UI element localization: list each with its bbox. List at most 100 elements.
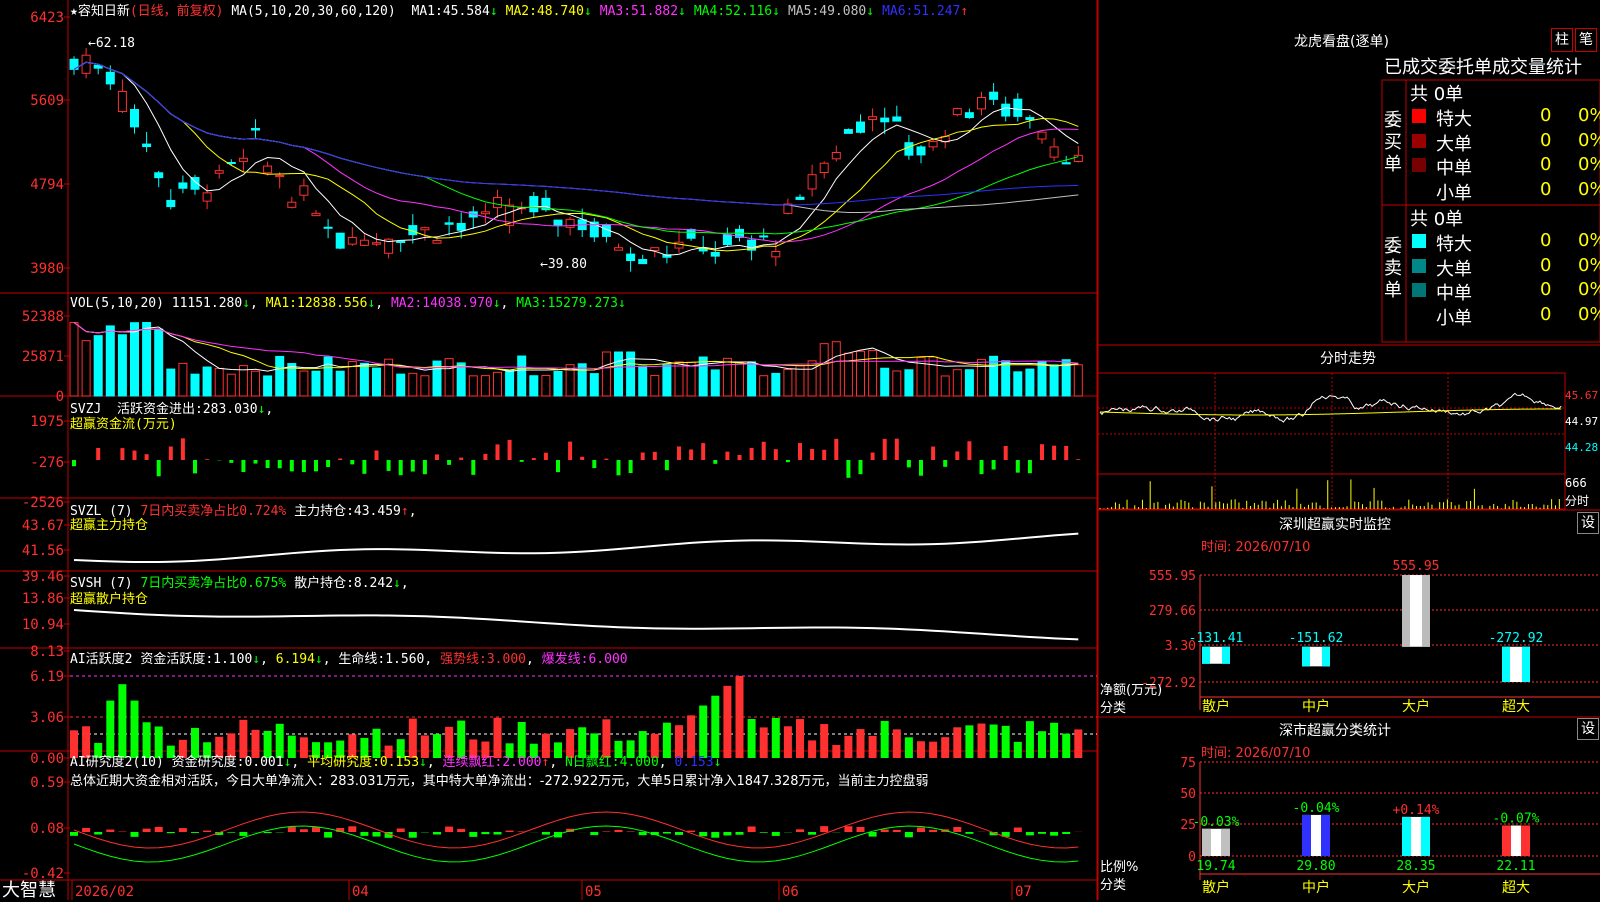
- svzl-ytick-1: 41.56: [22, 543, 64, 559]
- svzj-bar: [1076, 459, 1080, 460]
- svzj-bar: [798, 443, 802, 460]
- ma6-line: [74, 62, 1078, 205]
- svzj-bar: [459, 458, 463, 460]
- ai2-bar: [615, 830, 623, 832]
- ai2-bar: [494, 832, 502, 835]
- svzj-bar: [738, 455, 742, 460]
- stat-bar-edge-2: [1402, 817, 1411, 856]
- candle-body: [264, 166, 272, 173]
- candle-body: [397, 241, 405, 242]
- ai1-bar: [131, 701, 139, 758]
- svzl-ytick-2: 39.46: [22, 569, 64, 585]
- ai2-bar: [227, 832, 235, 833]
- ai2-bar: [965, 832, 973, 834]
- vol-arrow: ↓: [242, 296, 250, 311]
- buy-orders-label: 委买单: [1384, 110, 1404, 176]
- stock-name: 容知日新: [78, 4, 130, 19]
- tick-view-button[interactable]: 笔: [1575, 28, 1597, 52]
- ai1-a-value: 1.100: [213, 652, 252, 667]
- volume-bar: [409, 373, 417, 396]
- ai2-bar: [663, 832, 671, 834]
- volume-bar: [953, 370, 961, 396]
- candle-body: [1026, 118, 1034, 120]
- vol-ma3: MA3:15279.273↓: [516, 296, 626, 311]
- ma-legend-1: MA1:45.584↓: [412, 4, 498, 19]
- candle-body: [530, 197, 538, 212]
- svzj-bar: [169, 447, 173, 460]
- main-ytick-1: 5609: [30, 93, 64, 109]
- candle-body: [118, 91, 126, 111]
- ai1-c-label: 生命线:: [338, 652, 385, 667]
- svzj-bar: [725, 452, 729, 460]
- volume-bar: [1050, 365, 1058, 396]
- chart-mode[interactable]: (日线，前复权): [130, 4, 224, 19]
- ai2-bar: [288, 827, 296, 832]
- ai1-bar: [929, 742, 937, 758]
- stat-settings-button[interactable]: 设: [1577, 718, 1599, 740]
- volume-bar: [118, 335, 126, 396]
- ai1-bar: [832, 745, 840, 758]
- volume-bar: [639, 366, 647, 396]
- candle-body: [820, 163, 828, 172]
- ai2-bar: [917, 827, 925, 832]
- svzj-bar: [810, 449, 814, 460]
- monitor-category-1: 中户: [1302, 698, 1330, 715]
- candle-body: [324, 227, 332, 228]
- sell-swatch-2: [1412, 283, 1426, 297]
- ai2-bar: [397, 829, 405, 832]
- ai2-bar: [373, 832, 381, 837]
- candle-body: [615, 248, 623, 250]
- candle-body: [348, 237, 356, 244]
- candle-body: [1050, 147, 1058, 157]
- monitor-settings-button[interactable]: 设: [1577, 512, 1599, 534]
- volume-bar: [167, 369, 175, 396]
- svsh-subtitle: 超赢散户持仓: [70, 588, 148, 607]
- ai2-bar: [179, 828, 187, 832]
- ai1-bar: [748, 719, 756, 758]
- svzj-bar: [411, 460, 415, 472]
- svzj-bar: [399, 460, 403, 475]
- candle-body: [869, 117, 877, 120]
- intraday-chart[interactable]: [1100, 393, 1561, 509]
- date-label-4: 07: [1015, 884, 1032, 900]
- candle-body: [143, 144, 151, 146]
- volume-bar: [203, 367, 211, 396]
- volume-bar: [312, 371, 320, 396]
- monitor-bar-edge2-2: [1422, 575, 1430, 647]
- ai2-bar: [264, 832, 272, 833]
- svzj-bar: [955, 451, 959, 460]
- ai1-title: AI活跃度2: [70, 652, 132, 667]
- ai1-bar: [1050, 723, 1058, 758]
- monitor-category-3: 超大: [1502, 699, 1530, 715]
- candle-body: [312, 213, 320, 215]
- vol-ma2: MA2:14038.970↓: [391, 296, 501, 311]
- buy-row-0: 特大00%: [1410, 105, 1600, 129]
- bar-view-button[interactable]: 柱: [1551, 28, 1573, 52]
- ai2-bar: [1026, 832, 1034, 835]
- candlestick-series[interactable]: [70, 48, 1082, 272]
- candle-body: [288, 202, 296, 207]
- stat-date: 时间: 2026/07/10: [1201, 742, 1310, 761]
- monitor-value-2: 555.95: [1393, 559, 1440, 574]
- ai2-bar: [445, 827, 453, 832]
- volume-bar: [1026, 369, 1034, 396]
- monitor-bar-edge2-0: [1222, 647, 1230, 664]
- ai1-bar: [118, 684, 126, 758]
- vol-ma-line-0: [74, 322, 1078, 371]
- favorite-star-icon[interactable]: ★: [70, 4, 78, 19]
- candle-body: [917, 147, 925, 155]
- candle-body: [687, 229, 695, 238]
- svzj-bar: [157, 460, 161, 476]
- ai2-bar: [143, 829, 151, 832]
- ai2-bar: [155, 827, 163, 832]
- app-logo: 大智慧: [2, 876, 56, 902]
- ai1-bar: [711, 696, 719, 758]
- ai1-bar: [978, 724, 986, 758]
- volume-bar: [820, 344, 828, 396]
- candle-body: [978, 97, 986, 108]
- monitor-date: 时间: 2026/07/10: [1201, 536, 1310, 555]
- candle-body: [433, 241, 441, 244]
- svzj-bar: [229, 460, 233, 463]
- vol-value: 11151.280: [172, 296, 242, 311]
- candle-body: [651, 248, 659, 251]
